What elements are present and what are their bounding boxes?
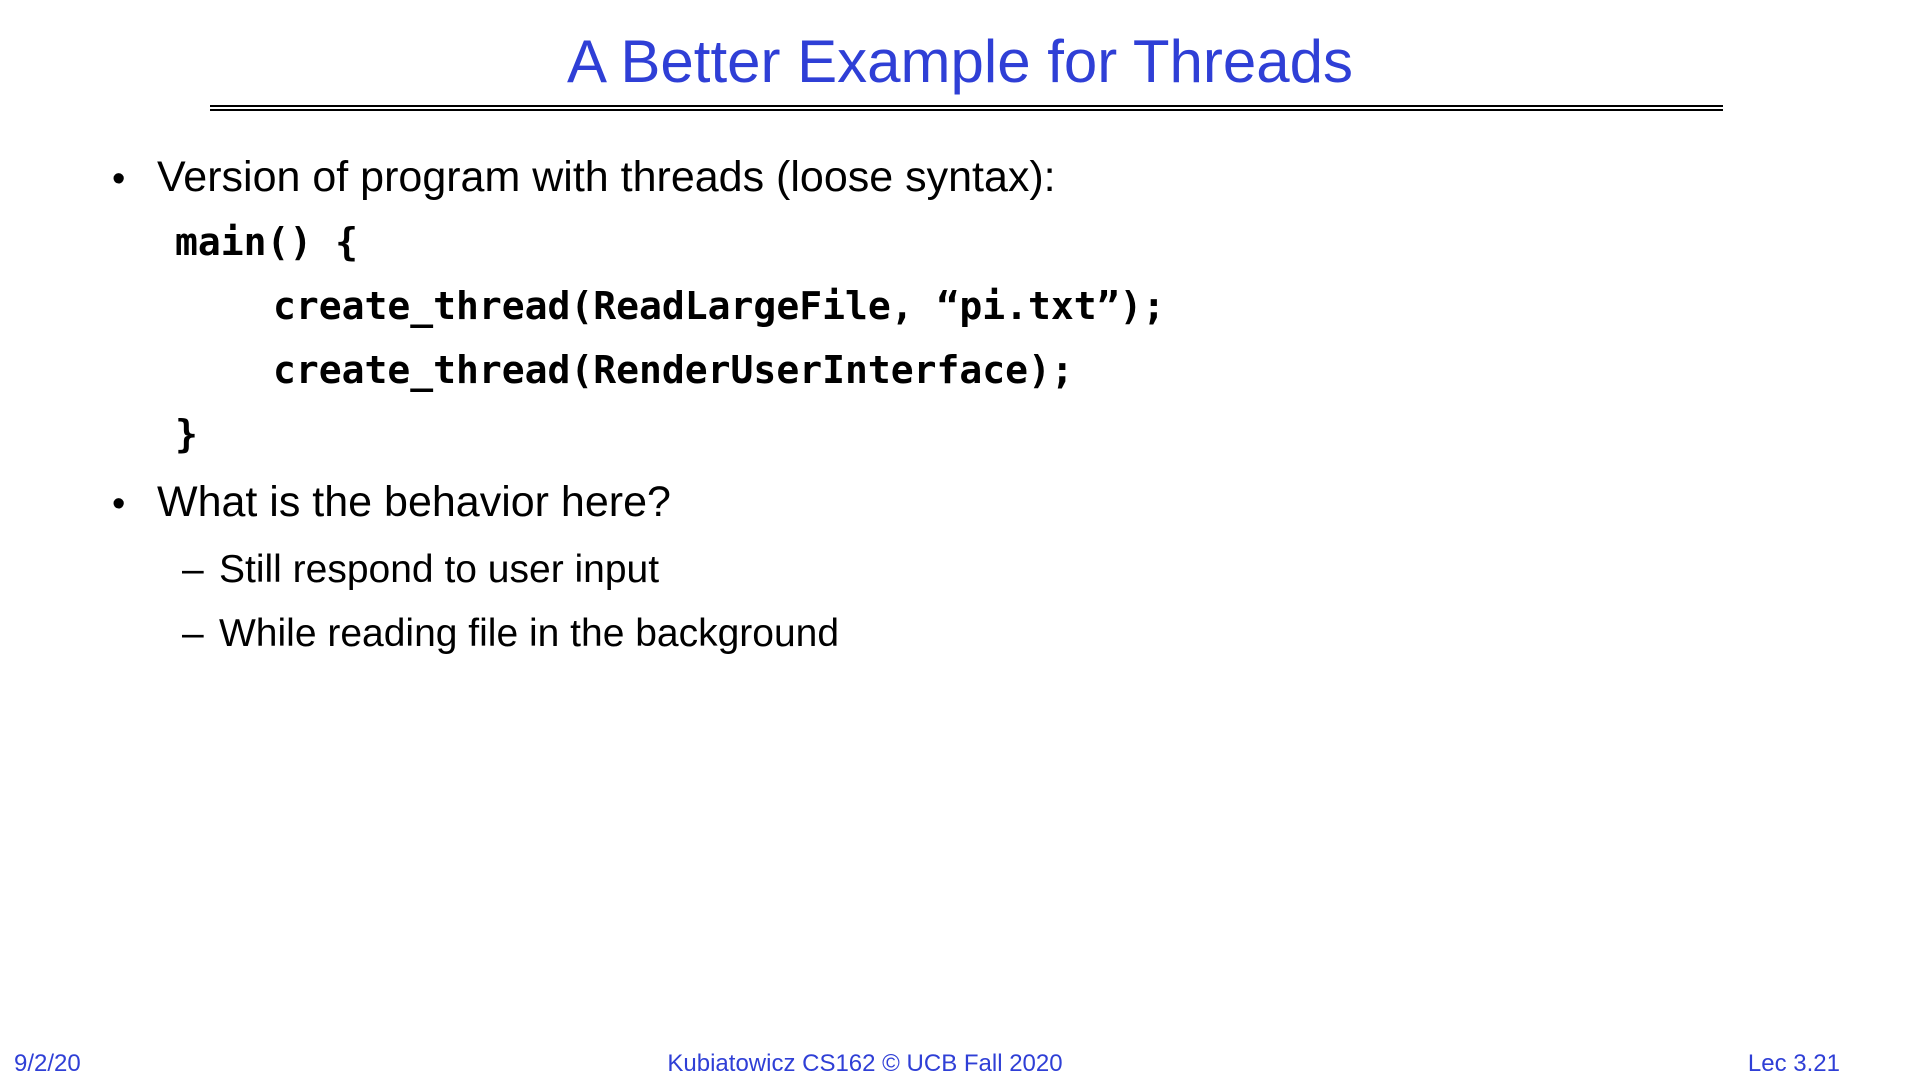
bullet-marker: •	[112, 158, 126, 200]
footer-date: 9/2/20	[14, 1050, 81, 1077]
sub-bullet-marker: –	[182, 548, 204, 591]
sub-item-2-text: While reading file in the background	[219, 612, 840, 655]
code-line-create-thread-render: create_thread(RenderUserInterface);	[273, 348, 1074, 392]
footer-lecture: Lec 3.21	[1747, 1050, 1840, 1077]
bullet-1-text: Version of program with threads (loose s…	[157, 153, 1056, 201]
title-divider	[210, 105, 1723, 111]
sub-bullet-marker: –	[182, 612, 204, 655]
slide-title: A Better Example for Threads	[567, 28, 1353, 95]
footer-course: Kubiatowicz CS162 © UCB Fall 2020	[667, 1050, 1063, 1077]
bullet-2-text: What is the behavior here?	[157, 478, 671, 526]
code-line-main: main() {	[175, 220, 359, 264]
code-line-create-thread-read: create_thread(ReadLargeFile, “pi.txt”);	[273, 284, 1166, 328]
bullet-marker: •	[112, 483, 126, 525]
code-line-close-brace: }	[175, 412, 198, 456]
sub-item-1-text: Still respond to user input	[219, 548, 660, 591]
